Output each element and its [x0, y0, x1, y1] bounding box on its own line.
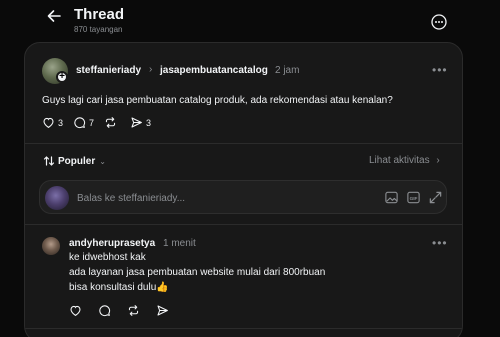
- like-button[interactable]: 3: [42, 116, 63, 129]
- heart-icon: [43, 117, 54, 128]
- comment-count: 7: [89, 117, 95, 128]
- divider: [25, 224, 462, 225]
- post-mention[interactable]: jasapembuatancatalog: [160, 65, 268, 76]
- send-icon: [157, 305, 168, 316]
- sort-label: Populer: [58, 155, 96, 167]
- comment-text-line: ke idwebhost kak: [69, 252, 146, 263]
- post-more-icon[interactable]: •••: [432, 63, 448, 77]
- avatar[interactable]: [42, 237, 60, 255]
- chevron-right-icon: ›: [149, 64, 153, 75]
- share-button[interactable]: 3: [130, 116, 151, 129]
- divider: [25, 328, 462, 329]
- image-icon[interactable]: [384, 190, 399, 205]
- repost-button[interactable]: [104, 116, 120, 129]
- comment-text-line: bisa konsultasi dulu👍: [69, 282, 169, 293]
- post-actions: 3 7 3: [42, 116, 161, 129]
- view-activity-label: Lihat aktivitas: [369, 155, 430, 166]
- more-circle-icon[interactable]: [430, 13, 448, 31]
- sort-icon: [43, 156, 55, 166]
- sort-dropdown[interactable]: Populer ⌄: [43, 155, 106, 167]
- arrow-left-icon: [47, 10, 61, 22]
- comment-icon: [99, 305, 111, 317]
- avatar: [45, 186, 69, 210]
- comment-time: 1 menit: [163, 238, 196, 249]
- repost-icon: [128, 305, 139, 316]
- svg-text:GIF: GIF: [410, 196, 418, 201]
- post-username[interactable]: steffanieriady: [76, 65, 141, 76]
- chevron-right-icon: ›: [436, 155, 440, 166]
- reply-box: GIF: [39, 180, 447, 214]
- comment-text-line: ada layanan jasa pembuatan website mulai…: [69, 267, 326, 278]
- repost-icon: [105, 117, 116, 128]
- gif-icon[interactable]: GIF: [406, 190, 421, 205]
- repost-button[interactable]: [127, 304, 140, 317]
- heart-icon: [70, 305, 81, 316]
- share-count: 3: [146, 117, 152, 128]
- comment-button[interactable]: 7: [73, 116, 94, 129]
- like-count: 3: [58, 117, 64, 128]
- post-text: Guys lagi cari jasa pembuatan catalog pr…: [42, 95, 393, 106]
- top-bar: Thread 870 tayangan: [0, 0, 500, 40]
- like-button[interactable]: [69, 304, 82, 317]
- chevron-down-icon: ⌄: [99, 156, 106, 166]
- comment-actions: [69, 304, 179, 317]
- share-button[interactable]: [156, 304, 169, 317]
- comment-icon: [74, 117, 86, 129]
- divider: [25, 143, 462, 144]
- view-count: 870 tayangan: [74, 25, 123, 34]
- send-icon: [131, 117, 142, 128]
- back-button[interactable]: [44, 6, 64, 26]
- follow-plus-icon[interactable]: +: [56, 71, 68, 83]
- post-time: 2 jam: [275, 65, 300, 76]
- comment-username[interactable]: andyheruprasetya: [69, 238, 155, 249]
- comment-more-icon[interactable]: •••: [432, 236, 448, 250]
- expand-icon[interactable]: [428, 190, 443, 205]
- view-activity-link[interactable]: Lihat aktivitas ›: [369, 155, 440, 166]
- thread-card: + steffanieriady › jasapembuatancatalog …: [24, 42, 463, 337]
- page-title: Thread: [74, 6, 125, 23]
- reply-input[interactable]: [77, 191, 367, 205]
- comment-button[interactable]: [98, 304, 111, 317]
